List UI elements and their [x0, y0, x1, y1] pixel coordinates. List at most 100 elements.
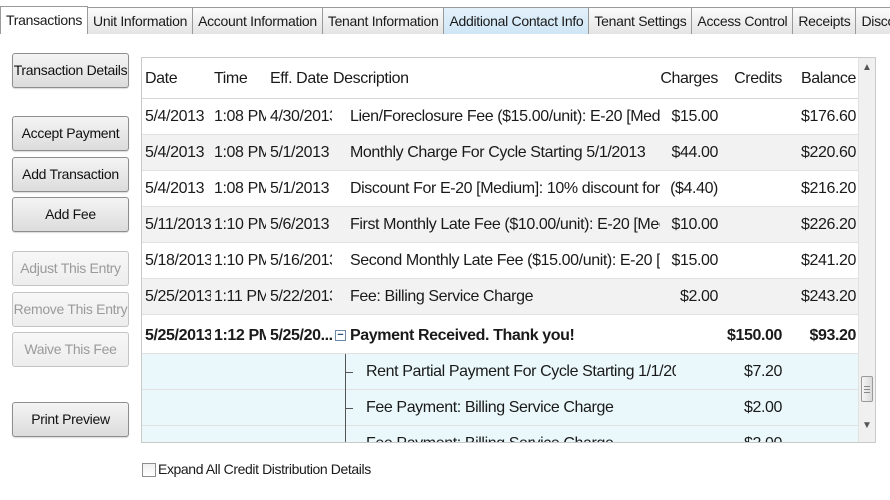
credit-distribution-row[interactable]: Rent Partial Payment For Cycle Starting …: [142, 354, 859, 390]
cell-charges: $15.00: [671, 252, 718, 269]
cell-credits: [722, 279, 782, 315]
tab-strip: Transactions Unit Information Account In…: [0, 6, 890, 34]
tab-discounts[interactable]: Discounts: [855, 7, 890, 34]
cell-credits: $2.00: [743, 399, 782, 416]
tree-branch: [345, 408, 353, 409]
cell-balance: $241.20: [800, 252, 856, 269]
add-fee-button[interactable]: Add Fee: [12, 197, 129, 232]
cell-balance: $220.60: [800, 144, 856, 161]
cell-time: 1:10 PM: [214, 216, 266, 233]
column-header-date[interactable]: Date: [145, 58, 178, 99]
cell-time: 1:12 PM: [214, 327, 266, 344]
tab-tenant-information[interactable]: Tenant Information: [321, 7, 445, 34]
tab-tenant-settings[interactable]: Tenant Settings: [588, 7, 693, 34]
cell-description: Fee Payment: Billing Service Charge: [366, 426, 676, 442]
collapse-toggle-icon[interactable]: −: [335, 330, 346, 341]
cell-credits: [722, 243, 782, 279]
cell-eff-date: 5/22/2013: [270, 288, 332, 305]
cell-credits: $7.20: [743, 363, 782, 380]
waive-fee-button[interactable]: Waive This Fee: [12, 332, 129, 367]
transaction-details-button[interactable]: Transaction Details: [12, 53, 129, 88]
cell-description: Second Monthly Late Fee ($15.00/unit): E…: [350, 252, 660, 269]
cell-credits: [722, 207, 782, 243]
cell-charges: $10.00: [671, 216, 718, 233]
cell-eff-date: 5/16/2013: [270, 252, 332, 269]
cell-eff-date: 5/25/20...: [270, 327, 332, 344]
credit-distribution-row[interactable]: Fee Payment: Billing Service Charge $2.0…: [142, 390, 859, 426]
cell-date: 5/11/2013: [145, 216, 211, 233]
payment-row[interactable]: 5/25/2013 1:12 PM 5/25/20... − Payment R…: [142, 318, 859, 354]
tab-transactions[interactable]: Transactions: [0, 6, 89, 34]
cell-credits: [722, 171, 782, 207]
cell-date: 5/4/2013: [145, 180, 205, 197]
cell-description: Monthly Charge For Cycle Starting 5/1/20…: [350, 144, 646, 161]
vertical-scrollbar[interactable]: ▲ ▼: [858, 58, 875, 442]
cell-balance: $226.20: [800, 216, 856, 233]
column-header-credits[interactable]: Credits: [722, 58, 782, 99]
expand-all-checkbox[interactable]: [142, 463, 156, 477]
cell-charges: ($4.40): [670, 180, 718, 197]
transactions-grid[interactable]: Date Time Eff. Date Description Charges …: [141, 57, 876, 443]
scroll-down-icon[interactable]: ▼: [859, 418, 875, 434]
grid-header: Date Time Eff. Date Description Charges …: [142, 58, 859, 99]
print-preview-button[interactable]: Print Preview: [12, 402, 129, 437]
cell-description: Rent Partial Payment For Cycle Starting …: [366, 363, 676, 380]
cell-date: 5/18/2013: [145, 252, 211, 269]
column-header-description[interactable]: Description: [333, 58, 409, 99]
tab-account-information[interactable]: Account Information: [192, 7, 323, 34]
table-row[interactable]: 5/11/2013 1:10 PM 5/6/2013 First Monthly…: [142, 207, 859, 243]
cell-time: 1:08 PM: [214, 108, 266, 125]
table-row[interactable]: 5/4/2013 1:08 PM 5/1/2013 Discount For E…: [142, 171, 859, 207]
table-row[interactable]: 5/18/2013 1:10 PM 5/16/2013 Second Month…: [142, 243, 859, 279]
cell-charges: [660, 318, 718, 354]
cell-credits: $2.00: [722, 426, 782, 442]
cell-balance: $176.60: [800, 108, 856, 125]
cell-time: 1:10 PM: [214, 252, 266, 269]
add-transaction-button[interactable]: Add Transaction: [12, 157, 129, 192]
cell-description: Fee: Billing Service Charge: [350, 288, 534, 305]
cell-balance: $93.20: [809, 327, 856, 344]
credit-distribution-row[interactable]: Fee Payment: Billing Service Charge $2.0…: [142, 426, 859, 442]
tab-additional-contact-info[interactable]: Additional Contact Info: [443, 7, 590, 34]
grip-line: [864, 389, 870, 390]
tree-branch: [345, 372, 353, 373]
cell-description: Lien/Foreclosure Fee ($15.00/unit): E-20…: [350, 108, 660, 125]
cell-time: 1:08 PM: [214, 144, 266, 161]
column-header-balance[interactable]: Balance: [786, 58, 856, 99]
remove-entry-button[interactable]: Remove This Entry: [12, 292, 129, 327]
tab-receipts[interactable]: Receipts: [792, 7, 857, 34]
cell-credits: [722, 135, 782, 171]
cell-description: First Monthly Late Fee ($10.00/unit): E-…: [350, 216, 660, 233]
cell-charges: $15.00: [671, 108, 718, 125]
cell-description: Payment Received. Thank you!: [350, 327, 575, 344]
tab-access-control[interactable]: Access Control: [691, 7, 794, 34]
expand-all-label[interactable]: Expand All Credit Distribution Details: [158, 461, 371, 477]
cell-date: 5/25/2013: [145, 288, 211, 305]
column-header-time[interactable]: Time: [214, 58, 248, 99]
column-header-eff-date[interactable]: Eff. Date: [270, 58, 329, 99]
cell-balance: $216.20: [800, 180, 856, 197]
cell-balance: $243.20: [800, 288, 856, 305]
cell-credits: [722, 99, 782, 135]
cell-eff-date: 5/6/2013: [270, 216, 330, 233]
cell-date: 5/4/2013: [145, 144, 205, 161]
tree-connector: [345, 426, 346, 442]
cell-date: 5/4/2013: [145, 108, 205, 125]
adjust-entry-button[interactable]: Adjust This Entry: [12, 251, 129, 286]
grip-line: [864, 386, 870, 387]
cell-eff-date: 4/30/2013: [270, 108, 332, 125]
cell-time: 1:11 PM: [214, 288, 266, 305]
column-header-charges[interactable]: Charges: [660, 58, 718, 99]
accept-payment-button[interactable]: Accept Payment: [12, 116, 129, 151]
grip-line: [864, 392, 870, 393]
tab-unit-information[interactable]: Unit Information: [87, 7, 194, 34]
cell-charges: $2.00: [679, 288, 718, 305]
scroll-up-icon[interactable]: ▲: [859, 60, 875, 76]
scrollbar-thumb[interactable]: [861, 376, 873, 402]
cell-charges: $44.00: [671, 144, 718, 161]
cell-eff-date: 5/1/2013: [270, 144, 330, 161]
cell-description: Fee Payment: Billing Service Charge: [366, 399, 614, 416]
table-row[interactable]: 5/25/2013 1:11 PM 5/22/2013 Fee: Billing…: [142, 279, 859, 315]
table-row[interactable]: 5/4/2013 1:08 PM 4/30/2013 Lien/Foreclos…: [142, 99, 859, 135]
table-row[interactable]: 5/4/2013 1:08 PM 5/1/2013 Monthly Charge…: [142, 135, 859, 171]
